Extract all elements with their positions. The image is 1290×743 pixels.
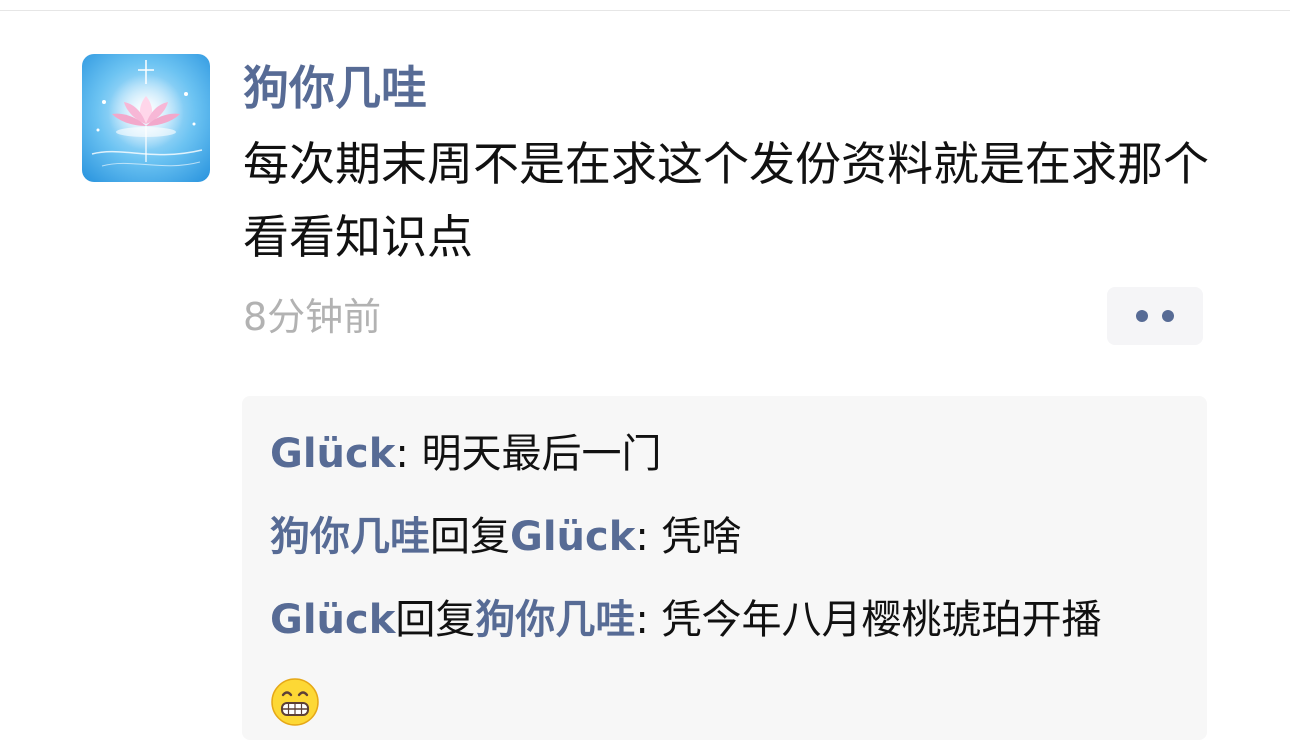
comment-text: 凭今年八月樱桃琥珀开播: [661, 597, 1102, 643]
post-text: 每次期末周不是在求这个发份资料就是在求那个看看知识点: [243, 137, 1209, 264]
lotus-avatar-icon: [82, 54, 210, 182]
grinning-teeth-emoji: [271, 678, 319, 726]
comment-separator: :: [395, 431, 422, 477]
comment-item[interactable]: Glück回复狗你几哇: 凭今年八月樱桃琥珀开播: [270, 580, 1185, 740]
avatar[interactable]: [82, 54, 210, 182]
comment-author[interactable]: Glück: [270, 431, 395, 477]
comment-separator: :: [635, 597, 662, 643]
comment-item[interactable]: 狗你几哇回复Glück: 凭啥: [270, 497, 1185, 577]
comment-reply-target[interactable]: Glück: [510, 514, 635, 560]
comments-section: Glück: 明天最后一门 狗你几哇回复Glück: 凭啥 Glück回复狗你几…: [242, 396, 1207, 740]
more-button[interactable]: [1107, 287, 1203, 345]
comment-item[interactable]: Glück: 明天最后一门: [270, 414, 1185, 494]
comment-text: 明天最后一门: [421, 431, 662, 477]
comment-author[interactable]: 狗你几哇: [270, 514, 430, 560]
post-timestamp: 8分钟前: [243, 295, 382, 339]
comment-author[interactable]: Glück: [270, 597, 395, 643]
more-dots-icon: [1136, 310, 1174, 322]
comment-reply-target[interactable]: 狗你几哇: [475, 597, 635, 643]
comment-text: 凭啥: [661, 514, 742, 560]
reply-label: 回复: [430, 514, 510, 560]
top-divider: [0, 10, 1290, 11]
comment-separator: :: [635, 514, 662, 560]
reply-label: 回复: [395, 597, 476, 643]
post-author-name[interactable]: 狗你几哇: [243, 58, 427, 118]
